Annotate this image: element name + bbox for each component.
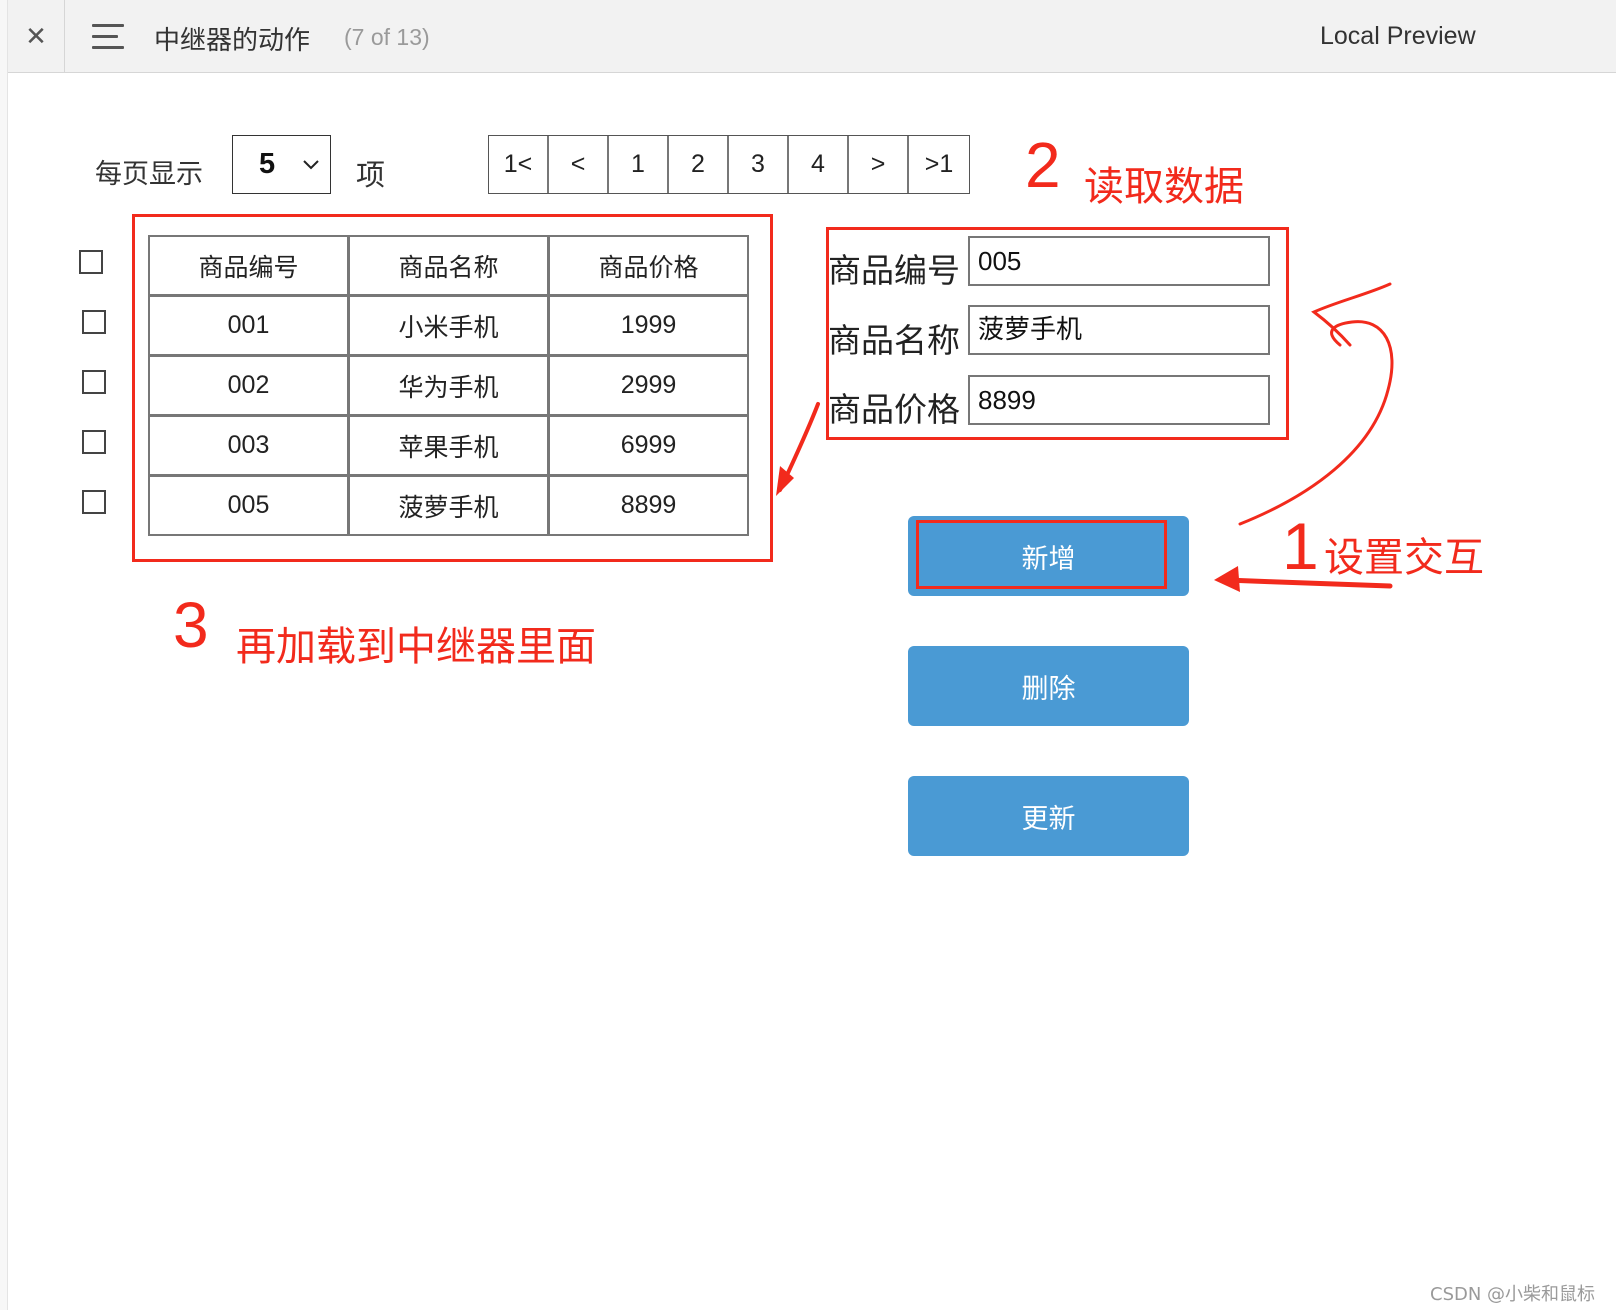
arrow-head xyxy=(1214,566,1240,592)
arrow-to-add-button xyxy=(1223,577,1393,589)
curved-arrow-to-form xyxy=(1238,320,1394,526)
curved-arrow-head xyxy=(1311,282,1392,347)
watermark: CSDN @小柴和鼠标 xyxy=(1430,1284,1596,1305)
prototype-preview-page: ✕ 中继器的动作 (7 of 13) Local Preview 每页显示 5 … xyxy=(0,0,1616,1310)
annotation-arrows xyxy=(776,282,1394,592)
